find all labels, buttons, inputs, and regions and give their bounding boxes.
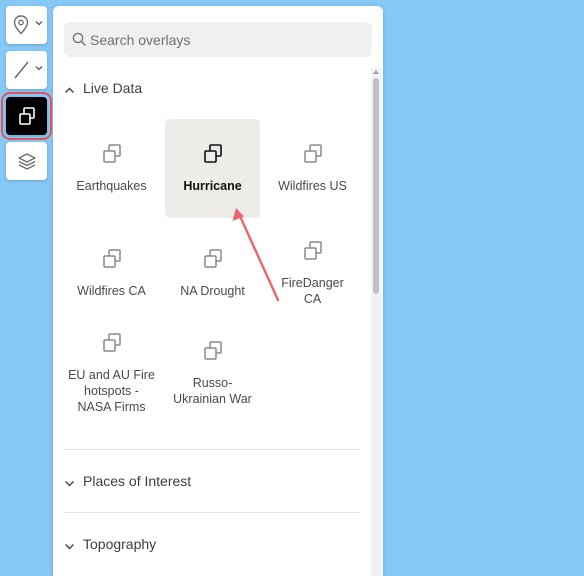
overlay-icon	[302, 143, 324, 170]
overlay-item-wildfires-us[interactable]: Wildfires US	[265, 119, 360, 218]
divider	[64, 449, 360, 450]
chevron-down-icon	[35, 64, 43, 72]
overlay-item-firedanger-ca[interactable]: FireDanger CA	[265, 224, 360, 323]
overlay-label: FireDanger CA	[281, 276, 344, 306]
section-header-places-of-interest[interactable]: Places of Interest	[64, 470, 191, 492]
section-title: Topography	[83, 536, 157, 552]
overlay-icon	[202, 143, 224, 170]
layers-icon	[17, 151, 37, 171]
scrollbar-thumb[interactable]	[373, 78, 379, 294]
overlays-panel: Live Data Earthquakes Hurricane Wildfi	[53, 6, 383, 576]
overlay-item-na-drought[interactable]: NA Drought	[165, 224, 260, 323]
search-icon	[72, 32, 87, 52]
pin-tool-button[interactable]	[6, 6, 47, 44]
overlay-label: Hurricane	[183, 179, 242, 193]
overlay-label: Wildfires CA	[77, 284, 146, 298]
overlay-icon	[101, 143, 123, 170]
overlay-icon	[101, 332, 123, 359]
section-title: Places of Interest	[83, 473, 192, 489]
overlay-icon	[17, 106, 37, 126]
overlay-item-eu-au-fire-hotspots[interactable]: EU and AU Fire hotspots - NASA Firms	[64, 318, 159, 428]
overlays-tool-button[interactable]	[1, 92, 52, 140]
overlay-label: EU and AU Fire hotspots - NASA Firms	[68, 367, 155, 414]
chevron-down-icon	[64, 476, 75, 487]
search-input[interactable]	[90, 22, 360, 57]
overlay-item-russo-ukrainian-war[interactable]: Russo-Ukrainian War	[165, 318, 260, 428]
overlay-label: NA Drought	[180, 284, 245, 298]
chevron-down-icon	[35, 19, 43, 27]
overlay-item-hurricane[interactable]: Hurricane	[165, 119, 260, 218]
layers-tool-button[interactable]	[6, 142, 47, 180]
overlay-label: Wildfires US	[278, 179, 347, 193]
section-header-live-data[interactable]: Live Data	[64, 77, 142, 99]
overlay-icon	[101, 248, 123, 275]
section-header-topography[interactable]: Topography	[64, 533, 156, 555]
chevron-down-icon	[64, 539, 75, 550]
overlay-label: Earthquakes	[76, 179, 147, 193]
scroll-up-arrow-icon[interactable]	[373, 70, 379, 74]
divider	[64, 512, 360, 513]
section-title: Live Data	[83, 80, 143, 96]
map-pin-icon	[13, 15, 29, 35]
line-icon	[13, 61, 30, 79]
chevron-up-icon	[64, 83, 75, 94]
overlay-item-wildfires-ca[interactable]: Wildfires CA	[64, 224, 159, 323]
overlay-item-earthquakes[interactable]: Earthquakes	[64, 119, 159, 218]
overlay-icon	[302, 240, 324, 267]
overlay-label: Russo-Ukrainian War	[173, 375, 252, 406]
overlay-icon	[202, 340, 224, 367]
overlay-icon	[202, 248, 224, 275]
search-box[interactable]	[64, 22, 372, 57]
scrollbar[interactable]	[371, 68, 381, 576]
line-tool-button[interactable]	[6, 51, 47, 89]
